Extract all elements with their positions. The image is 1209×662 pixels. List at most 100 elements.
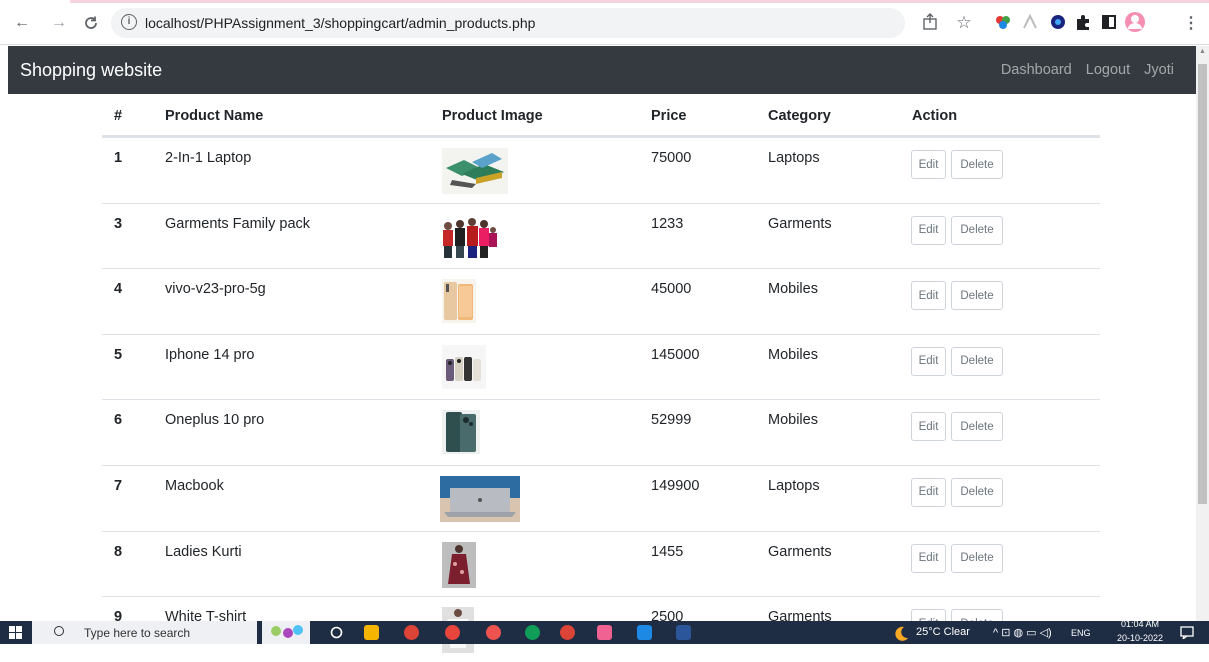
family-garments-image bbox=[438, 213, 498, 260]
cortana-icon[interactable] bbox=[330, 626, 343, 639]
row-price: 145000 bbox=[651, 346, 700, 363]
search-highlight-icon[interactable] bbox=[262, 621, 310, 644]
table-row: 1 2-In-1 Laptop 75000 Laptops Edit Delet… bbox=[102, 137, 1100, 203]
row-category: Mobiles bbox=[768, 346, 818, 363]
weather-text[interactable]: 25°C Clear bbox=[916, 626, 970, 638]
windows-start-icon[interactable] bbox=[9, 626, 22, 639]
row-price: 45000 bbox=[651, 281, 692, 298]
site-info-icon[interactable]: i bbox=[121, 14, 137, 30]
row-product-name: Garments Family pack bbox=[165, 215, 311, 232]
navbar-links: Dashboard Logout Jyoti bbox=[991, 62, 1174, 78]
header-product-image: Product Image bbox=[442, 108, 543, 124]
row-product-name: vivo-v23-pro-5g bbox=[165, 281, 266, 298]
delete-button[interactable]: Delete bbox=[951, 215, 1003, 245]
extension-a-icon[interactable] bbox=[1021, 13, 1039, 31]
chrome-profile-2-icon[interactable] bbox=[445, 625, 460, 640]
extensions-puzzle-icon[interactable] bbox=[1074, 13, 1092, 31]
header-id: # bbox=[114, 108, 123, 124]
share-icon[interactable] bbox=[921, 13, 939, 31]
table-header-row: # Product Name Product Image Price Categ… bbox=[102, 94, 1100, 137]
table-row: 5 Iphone 14 pro 145000 Mobiles Edit Dele… bbox=[102, 333, 1100, 400]
extension-globe-icon[interactable] bbox=[1049, 13, 1067, 31]
header-price: Price bbox=[651, 108, 687, 124]
forward-arrow-icon[interactable]: → bbox=[48, 12, 70, 34]
nav-user-link[interactable]: Jyoti bbox=[1144, 62, 1174, 78]
row-product-name: Ladies Kurti bbox=[165, 543, 242, 560]
nav-logout-link[interactable]: Logout bbox=[1086, 62, 1130, 78]
delete-button[interactable]: Delete bbox=[951, 346, 1003, 376]
row-id: 1 bbox=[114, 150, 123, 166]
row-category: Garments bbox=[768, 215, 832, 232]
products-table: # Product Name Product Image Price Categ… bbox=[102, 94, 1100, 662]
page-scrollbar[interactable]: ▲ ▼ bbox=[1196, 46, 1209, 631]
edit-button[interactable]: Edit bbox=[911, 543, 946, 573]
edit-button[interactable]: Edit bbox=[911, 215, 946, 245]
tab-strip-edge bbox=[0, 0, 1209, 3]
file-explorer-icon[interactable] bbox=[364, 625, 379, 640]
scrollbar-thumb[interactable] bbox=[1198, 64, 1207, 504]
edit-button[interactable]: Edit bbox=[911, 477, 946, 507]
edge-icon[interactable] bbox=[525, 625, 540, 640]
language-indicator[interactable]: ENG bbox=[1071, 628, 1091, 638]
vscode-icon[interactable] bbox=[637, 625, 652, 640]
reload-icon[interactable] bbox=[80, 12, 102, 34]
color-extension-icon[interactable] bbox=[994, 13, 1012, 31]
row-category: Garments bbox=[768, 543, 832, 560]
edit-button[interactable]: Edit bbox=[911, 281, 946, 311]
row-id: 7 bbox=[114, 477, 123, 494]
row-category: Laptops bbox=[768, 150, 820, 166]
row-price: 1233 bbox=[651, 215, 684, 232]
profile-avatar-icon[interactable] bbox=[1124, 11, 1146, 33]
delete-button[interactable]: Delete bbox=[951, 412, 1003, 442]
edit-button[interactable]: Edit bbox=[911, 412, 946, 442]
row-id: 4 bbox=[114, 281, 123, 298]
vivo-phone-image bbox=[442, 279, 476, 324]
table-row: 6 Oneplus 10 pro 52999 Mobiles Edit Dele… bbox=[102, 399, 1100, 465]
search-icon bbox=[54, 626, 64, 636]
chrome-icon[interactable] bbox=[404, 625, 419, 640]
taskbar-search-placeholder[interactable]: Type here to search bbox=[84, 626, 190, 640]
word-icon[interactable] bbox=[676, 625, 691, 640]
scroll-up-arrow-icon[interactable]: ▲ bbox=[1199, 48, 1206, 55]
oneplus-image bbox=[442, 410, 480, 455]
xampp-icon[interactable] bbox=[597, 625, 612, 640]
delete-button[interactable]: Delete bbox=[951, 543, 1003, 573]
row-id: 5 bbox=[114, 346, 123, 363]
taskbar-search-box[interactable]: Type here to search bbox=[32, 621, 257, 644]
address-bar[interactable]: i localhost/PHPAssignment_3/shoppingcart… bbox=[111, 8, 905, 38]
clock-date[interactable]: 20-10-2022 bbox=[1117, 633, 1163, 644]
row-price: 75000 bbox=[651, 150, 692, 166]
row-id: 8 bbox=[114, 543, 123, 560]
header-category: Category bbox=[768, 108, 831, 124]
iphone-image bbox=[442, 344, 486, 389]
row-category: Mobiles bbox=[768, 281, 818, 298]
nav-dashboard-link[interactable]: Dashboard bbox=[1001, 62, 1072, 78]
row-id: 6 bbox=[114, 412, 123, 429]
kurti-image bbox=[442, 541, 476, 588]
side-panel-icon[interactable] bbox=[1100, 13, 1118, 31]
delete-button[interactable]: Delete bbox=[951, 281, 1003, 311]
edit-button[interactable]: Edit bbox=[911, 150, 946, 179]
address-url[interactable]: localhost/PHPAssignment_3/shoppingcart/a… bbox=[145, 15, 535, 31]
chrome-profile-3-icon[interactable] bbox=[486, 625, 501, 640]
chrome-profile-4-icon[interactable] bbox=[560, 625, 575, 640]
site-brand[interactable]: Shopping website bbox=[20, 60, 162, 81]
table-row: 3 Garments Family pack 1233 Garments Edi… bbox=[102, 202, 1100, 269]
windows-taskbar: Type here to search 25°C Clear ^ ⊡ ◍ ▭ ◁… bbox=[0, 619, 1209, 644]
clock-time[interactable]: 01:04 AM bbox=[1121, 619, 1159, 629]
delete-button[interactable]: Delete bbox=[951, 477, 1003, 507]
edit-button[interactable]: Edit bbox=[911, 346, 946, 376]
row-id: 3 bbox=[114, 215, 123, 232]
bookmark-star-icon[interactable]: ☆ bbox=[953, 12, 975, 34]
header-product-name: Product Name bbox=[165, 108, 264, 124]
notifications-icon[interactable] bbox=[1180, 626, 1194, 639]
delete-button[interactable]: Delete bbox=[951, 150, 1003, 179]
table-row: 8 Ladies Kurti 1455 Garments Edit Delete bbox=[102, 530, 1100, 597]
back-arrow-icon[interactable]: ← bbox=[11, 12, 33, 34]
table-row: 4 vivo-v23-pro-5g 45000 Mobiles Edit Del… bbox=[102, 268, 1100, 334]
weather-moon-icon[interactable] bbox=[894, 625, 910, 641]
header-action: Action bbox=[912, 108, 958, 124]
row-price: 149900 bbox=[651, 477, 700, 494]
system-tray-icons[interactable]: ^ ⊡ ◍ ▭ ◁) bbox=[993, 626, 1052, 639]
browser-menu-icon[interactable]: ⋮ bbox=[1180, 12, 1202, 34]
